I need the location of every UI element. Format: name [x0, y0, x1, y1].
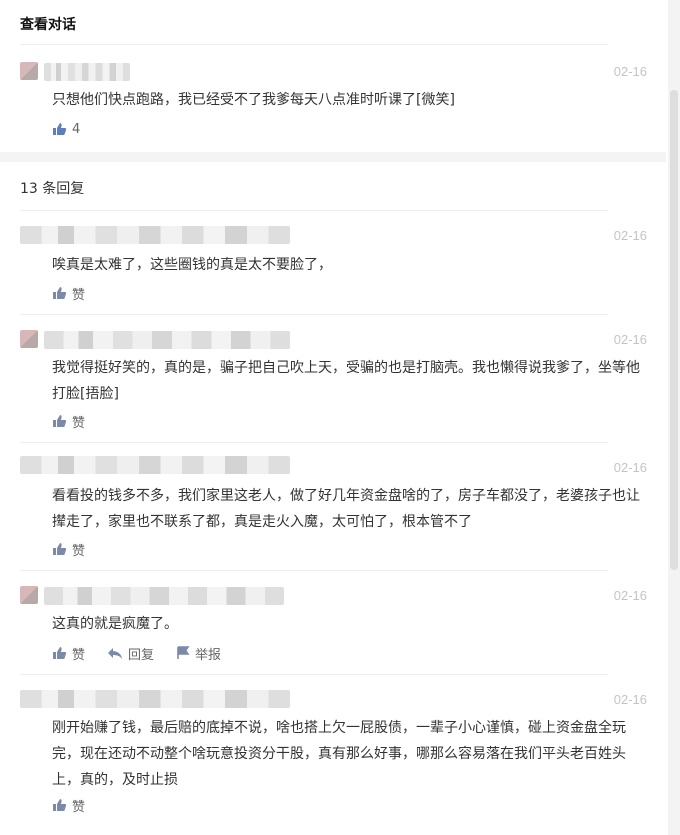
like-label: 赞: [72, 799, 86, 815]
username[interactable]: [44, 331, 290, 349]
reply-actions: 赞: [52, 412, 107, 431]
reply-date: 02-16: [613, 588, 647, 603]
reply-divider: [20, 674, 608, 675]
like-label: 赞: [72, 543, 86, 559]
thumbs-up-icon: [53, 799, 67, 811]
thumbs-up-icon: [53, 647, 67, 659]
reply-divider: [20, 314, 608, 315]
replies-count: 13 条回复: [20, 181, 85, 197]
reply-text: 这真的就是疯魔了。: [52, 616, 178, 632]
username[interactable]: [44, 587, 284, 605]
like-button[interactable]: 赞: [52, 284, 85, 303]
reply-arrow-icon: [108, 647, 123, 659]
username[interactable]: [20, 690, 290, 708]
like-button[interactable]: 4: [52, 122, 80, 137]
username[interactable]: [44, 63, 130, 81]
like-button[interactable]: 赞: [52, 644, 85, 663]
scrollbar-thumb[interactable]: [670, 90, 678, 570]
reply-divider: [20, 570, 608, 571]
thumbs-up-icon: [53, 287, 67, 299]
report-button[interactable]: 举报: [176, 644, 221, 663]
replies-divider: [20, 210, 608, 211]
like-button[interactable]: 赞: [52, 412, 85, 431]
like-label: 赞: [72, 415, 86, 431]
reply-text: 唉真是太难了，这些圈钱的真是太不要脸了，: [52, 257, 332, 273]
reply-button[interactable]: 回复: [107, 644, 154, 663]
header-divider: [20, 44, 608, 45]
thumbs-up-icon: [53, 415, 67, 427]
scrollbar[interactable]: [668, 0, 680, 835]
reply-actions: 赞: [52, 540, 107, 559]
page-title: 查看对话: [20, 17, 76, 33]
like-label: 赞: [72, 647, 86, 663]
like-label: 赞: [72, 287, 86, 303]
section-separator: [0, 152, 666, 162]
thumbs-up-icon: [53, 123, 67, 135]
reply-date: 02-16: [613, 228, 647, 243]
reply-actions: 赞: [52, 796, 107, 815]
reply-text: 看看投的钱多不多，我们家里这老人，做了好几年资金盘啥的了，房子车都没了，老婆孩子…: [52, 488, 640, 530]
reply-actions: 赞 回复 举报: [52, 644, 243, 663]
comment-date: 02-16: [613, 64, 647, 79]
reply-date: 02-16: [613, 460, 647, 475]
report-label: 举报: [195, 647, 222, 663]
avatar[interactable]: [20, 330, 38, 348]
reply-text: 我觉得挺好笑的，真的是，骗子把自己吹上天，受骗的也是打脑壳。我也懒得说我爹了，坐…: [52, 360, 640, 402]
comment-text: 只想他们快点跑路，我已经受不了我爹每天八点准时听课了[微笑]: [52, 92, 455, 108]
reply-actions: 赞: [52, 284, 107, 303]
like-count: 4: [72, 121, 81, 137]
username[interactable]: [20, 456, 290, 474]
comment-actions: 4: [52, 120, 102, 138]
avatar[interactable]: [20, 586, 38, 604]
flag-icon: [177, 646, 190, 659]
conversation-view: 查看对话 02-16 只想他们快点跑路，我已经受不了我爹每天八点准时听课了[微笑…: [0, 0, 680, 835]
thumbs-up-icon: [53, 543, 67, 555]
like-button[interactable]: 赞: [52, 540, 85, 559]
like-button[interactable]: 赞: [52, 796, 85, 815]
reply-date: 02-16: [613, 332, 647, 347]
reply-divider: [20, 442, 608, 443]
reply-label: 回复: [128, 647, 155, 663]
username[interactable]: [20, 226, 290, 244]
avatar[interactable]: [20, 62, 38, 80]
reply-text: 刚开始赚了钱，最后赔的底掉不说，啥也搭上欠一屁股债，一辈子小心谨慎，碰上资金盘全…: [52, 720, 626, 788]
reply-date: 02-16: [613, 692, 647, 707]
